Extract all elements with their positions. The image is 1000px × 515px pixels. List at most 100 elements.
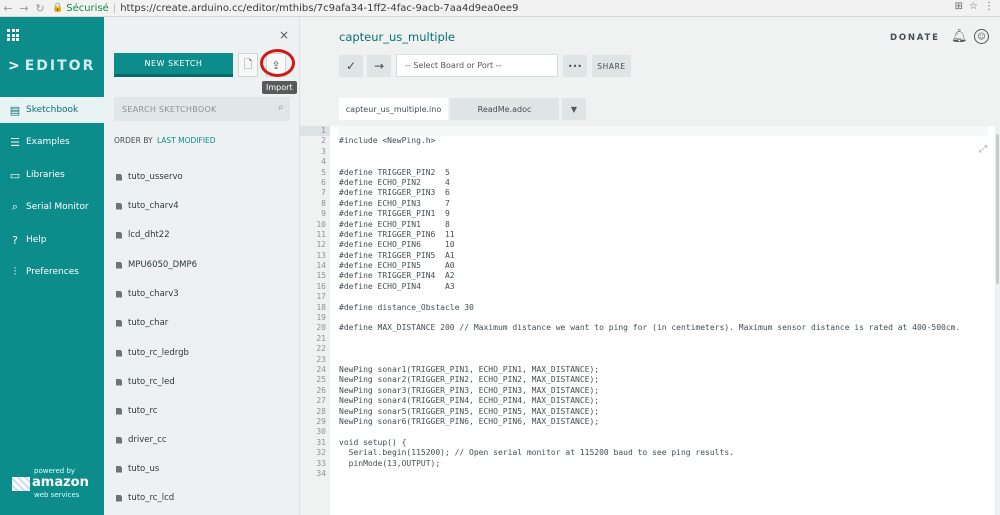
line-number: 4 xyxy=(321,157,326,167)
tab-menu-button[interactable]: ▼ xyxy=(562,98,586,120)
back-icon[interactable]: ← xyxy=(0,2,16,15)
line-number: 1 xyxy=(321,126,326,135)
line-number: 3 xyxy=(321,146,326,156)
code-line: 26 NewPing sonar3(TRIGGER_PIN3, ECHO_PIN3… xyxy=(300,386,960,396)
search-sketchbook-input[interactable]: SEARCH SKETCHBOOK ⌕ xyxy=(114,97,290,121)
reload-icon[interactable]: ↻ xyxy=(32,2,48,15)
code-line: 7 #define TRIGGER_PIN3 6 xyxy=(300,188,960,198)
board-port-select[interactable]: -- Select Board or Port -- xyxy=(396,54,558,77)
line-number: 24 xyxy=(316,364,326,374)
sketch-item[interactable]: tuto_rc_lcd xyxy=(116,493,174,503)
line-number: 32 xyxy=(316,448,326,458)
highlight-circle xyxy=(260,49,295,77)
user-avatar-icon[interactable]: ☺ xyxy=(974,29,989,44)
star-icon[interactable]: ☆ xyxy=(969,1,978,12)
code-text: #define TRIGGER_PIN3 6 xyxy=(339,188,450,198)
nav-item-examples[interactable]: ☰ Examples xyxy=(0,129,104,155)
sketch-item[interactable]: tuto_charv3 xyxy=(116,289,179,299)
nav-item-preferences[interactable]: ⫶ Preferences xyxy=(0,259,104,285)
code-line: 17 xyxy=(300,292,960,302)
code-line: 30 xyxy=(300,427,960,437)
nav-item-serial-monitor[interactable]: ⌕ Serial Monitor xyxy=(0,194,104,220)
bell-icon[interactable]: 🔔︎ xyxy=(951,29,968,44)
sketch-item[interactable]: driver_cc xyxy=(116,435,167,445)
file-icon xyxy=(116,436,122,444)
sketch-item[interactable]: tuto_usservo xyxy=(116,172,183,182)
import-tooltip: Import xyxy=(262,81,297,94)
fold-marker xyxy=(327,220,339,230)
upload-button[interactable]: → xyxy=(367,55,391,77)
code-text: #define TRIGGER_PIN5 A1 xyxy=(339,250,455,260)
fold-marker xyxy=(327,417,339,427)
tab-readme[interactable]: ReadMe.adoc xyxy=(450,98,559,120)
code-line: 19 xyxy=(300,313,960,323)
code-line: 2 #include <NewPing.h> xyxy=(300,136,960,146)
line-number: 12 xyxy=(316,240,326,250)
code-line: 24 NewPing sonar1(TRIGGER_PIN1, ECHO_PIN1… xyxy=(300,365,960,375)
address-bar[interactable]: https://create.arduino.cc/editor/mthibs/… xyxy=(120,3,518,14)
sketch-item[interactable]: tuto_rc xyxy=(116,406,157,416)
code-text: NewPing sonar3(TRIGGER_PIN3, ECHO_PIN3, … xyxy=(339,385,600,395)
library-icon: ▭ xyxy=(9,168,21,182)
nav-item-help[interactable]: ? Help xyxy=(0,227,104,253)
fold-marker xyxy=(327,386,339,396)
sketch-item[interactable]: tuto_char xyxy=(116,318,168,328)
apps-grid-icon[interactable] xyxy=(7,29,19,41)
fold-marker xyxy=(327,199,339,209)
verify-button[interactable]: ✓ xyxy=(339,55,363,77)
sketch-title[interactable]: capteur_us_multiple xyxy=(339,30,455,44)
code-text: NewPing sonar1(TRIGGER_PIN1, ECHO_PIN1, … xyxy=(339,364,600,374)
code-text: void setup() { xyxy=(339,437,407,447)
sketch-item[interactable]: tuto_charv4 xyxy=(116,201,179,211)
sketch-item[interactable]: tuto_us xyxy=(116,464,159,474)
line-number: 11 xyxy=(316,229,326,239)
line-number: 33 xyxy=(316,458,326,468)
line-number: 7 xyxy=(321,188,326,198)
nav-item-libraries[interactable]: ▭ Libraries xyxy=(0,162,104,188)
aws-logo: powered by amazon web services xyxy=(12,467,89,499)
more-options-button[interactable]: ••• xyxy=(563,55,587,77)
code-line: 27 NewPing sonar4(TRIGGER_PIN4, ECHO_PIN4… xyxy=(300,396,960,406)
code-line: 4 xyxy=(300,157,960,167)
code-line: 32 Serial.begin(115200); // Open serial … xyxy=(300,448,960,458)
aws-cubes-icon xyxy=(12,477,30,491)
forward-icon[interactable]: → xyxy=(16,2,32,15)
fold-marker xyxy=(327,271,339,281)
expand-icon[interactable]: ⤢ xyxy=(979,144,987,155)
editor-brand: > EDITOR xyxy=(8,58,96,74)
fold-marker xyxy=(327,136,339,146)
lock-icon: 🔒 xyxy=(52,3,64,13)
code-text: #define ECHO_PIN2 4 xyxy=(339,177,450,187)
sliders-icon: ⫶ xyxy=(13,265,17,278)
share-button[interactable]: SHARE xyxy=(592,55,631,77)
fold-marker xyxy=(327,168,339,178)
sketch-item[interactable]: lcd_dht22 xyxy=(116,230,170,240)
fold-marker xyxy=(327,157,339,167)
donate-link[interactable]: DONATE xyxy=(890,33,940,43)
order-by-last-modified[interactable]: LAST MODIFIED xyxy=(157,136,216,145)
new-sketch-button[interactable]: NEW SKETCH xyxy=(114,53,233,77)
chevron-right-icon: > xyxy=(8,58,22,74)
scroll-thumb[interactable] xyxy=(996,134,999,284)
code-text: #define TRIGGER_PIN1 9 xyxy=(339,209,450,219)
fold-marker xyxy=(327,396,339,406)
sketch-item[interactable]: tuto_rc_ledrgb xyxy=(116,348,189,358)
fold-marker xyxy=(327,303,339,313)
tab-capteur-us-multiple[interactable]: capteur_us_multiple.ino xyxy=(339,98,448,120)
new-folder-button[interactable]: 🗋 xyxy=(238,53,258,77)
line-number: 13 xyxy=(316,250,326,260)
menu-icon[interactable]: ⋮ xyxy=(984,1,994,12)
code-line: 15 #define TRIGGER_PIN4 A2 xyxy=(300,271,960,281)
line-number: 2 xyxy=(321,136,326,146)
fold-marker xyxy=(327,365,339,375)
secure-label: Sécurisé xyxy=(66,2,109,14)
sketch-item[interactable]: MPU6050_DMP6 xyxy=(116,260,197,270)
code-editor[interactable]: 1 2 #include <NewPing.h> 3 4 5 #define TRIGGER… xyxy=(300,126,1000,515)
code-line: 20 #define MAX_DISTANCE 200 // Maximum di… xyxy=(300,323,960,333)
vertical-scrollbar[interactable] xyxy=(995,126,1000,515)
close-icon[interactable]: × xyxy=(279,28,289,42)
sketch-item[interactable]: tuto_rc_led xyxy=(116,377,175,387)
translate-icon[interactable]: ⊞ xyxy=(955,1,963,12)
line-number: 10 xyxy=(316,219,326,229)
nav-item-sketchbook[interactable]: ▤ Sketchbook xyxy=(0,97,104,123)
